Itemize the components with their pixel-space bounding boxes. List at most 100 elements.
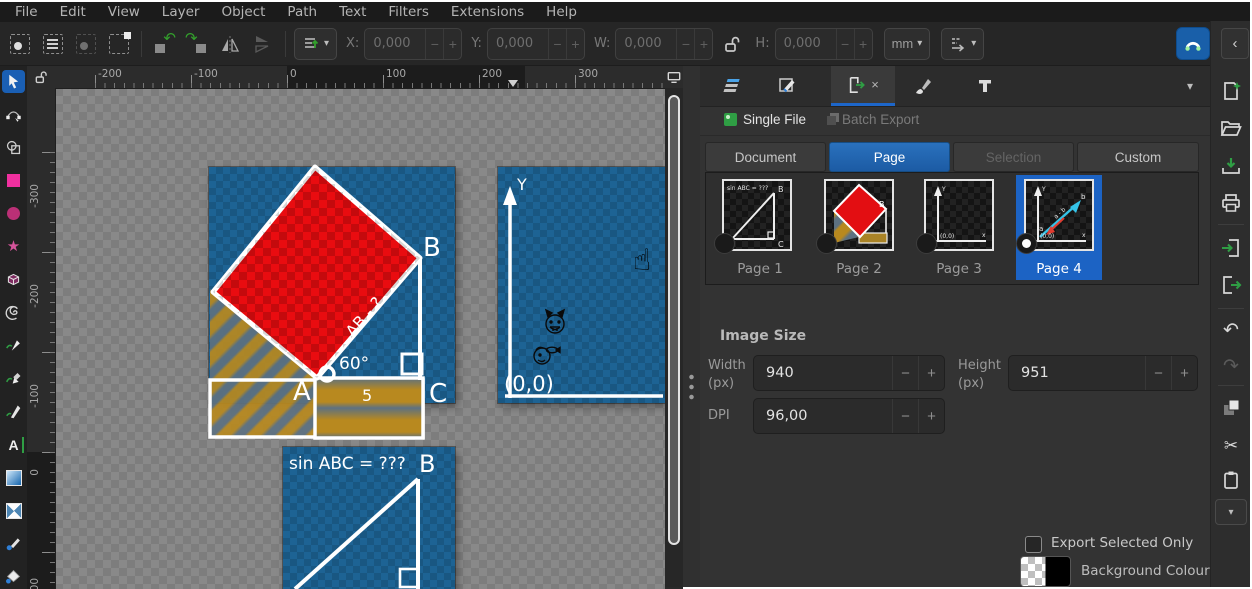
new-document-button[interactable] [1216,76,1246,106]
batch-export-tab[interactable]: Batch Export [818,106,925,132]
export-area-document-button[interactable]: Document [705,142,826,172]
save-document-button[interactable] [1216,151,1246,181]
text-tool[interactable]: A [2,433,25,456]
redo-button[interactable]: ↷ [1216,351,1246,381]
panel-divider[interactable] [683,66,700,587]
display-mode-corner-button[interactable] [665,66,683,88]
scale-options-dropdown[interactable]: ▾ [941,28,984,60]
duplicate-button[interactable] [1216,393,1246,423]
page-3-label[interactable]: Page 3 [916,261,1002,277]
width-decrement-button[interactable]: − [892,356,918,390]
tab-layers[interactable] [708,66,754,106]
enable-snapping-toggle[interactable] [1176,27,1210,60]
height-decrement-button[interactable]: − [1145,356,1171,390]
tab-fill-stroke[interactable] [762,66,812,106]
menu-path[interactable]: Path [276,2,328,22]
export-area-custom-button[interactable]: Custom [1077,142,1199,172]
y-decrement-button[interactable]: − [548,29,566,59]
undo-button[interactable]: ↶ [1216,315,1246,345]
select-all-button[interactable] [6,30,34,58]
tab-paint-servers[interactable] [900,66,946,106]
x-increment-button[interactable]: + [443,29,461,59]
shape-builder-tool[interactable] [2,136,25,159]
page-1-canvas[interactable] [283,447,455,589]
flip-vertical-button[interactable] [249,30,277,58]
commandbar-overflow-button[interactable]: ▾ [1215,499,1247,525]
page-4-label[interactable]: Page 4 [1016,261,1102,277]
height-input[interactable]: 951 [1009,365,1145,381]
rectangle-tool[interactable] [2,169,25,192]
page-3-canvas[interactable] [498,167,665,403]
h-input[interactable]: 0,000 [776,36,836,51]
open-document-button[interactable] [1216,113,1246,143]
paint-bucket-tool[interactable] [2,565,25,588]
width-increment-button[interactable]: + [918,356,944,390]
tab-text[interactable] [962,66,1008,106]
selector-tool[interactable] [2,70,25,93]
page-1-label[interactable]: Page 1 [717,261,803,277]
dpi-decrement-button[interactable]: − [892,399,918,433]
dpi-input[interactable]: 96,00 [754,408,892,424]
horizontal-ruler[interactable]: -200 -100 0 100 200 300 [55,66,665,89]
height-increment-button[interactable]: + [1171,356,1197,390]
page-4-radio[interactable] [1016,233,1037,254]
ruler-lock-corner[interactable] [27,66,55,88]
export-area-selection-button[interactable]: Selection [953,142,1074,172]
box-3d-tool[interactable] [2,268,25,291]
export-area-page-button[interactable]: Page [829,142,950,172]
unit-dropdown[interactable]: mm ▾ [884,28,931,60]
calligraphy-tool[interactable] [2,400,25,423]
menu-layer[interactable]: Layer [151,2,211,22]
tab-export[interactable]: × [831,66,895,106]
export-button[interactable] [1216,270,1246,300]
mesh-gradient-tool[interactable] [2,499,25,522]
deselect-button[interactable] [72,30,100,58]
single-file-tab[interactable]: Single File [718,106,812,132]
x-decrement-button[interactable]: − [425,29,443,59]
menu-object[interactable]: Object [210,2,276,22]
align-options-dropdown[interactable]: ▾ [294,28,337,60]
page-2-label[interactable]: Page 2 [816,261,902,277]
paste-button[interactable] [1216,465,1246,495]
gradient-tool[interactable] [2,466,25,489]
pen-tool[interactable] [2,334,25,357]
flip-horizontal-button[interactable] [216,30,244,58]
y-increment-button[interactable]: + [566,29,584,59]
select-all-layers-button[interactable] [39,30,67,58]
drawing-canvas[interactable]: B A C 60° 5 AB - ? sin ABC = ??? B Y (0,… [55,88,665,589]
ellipse-tool[interactable] [2,202,25,225]
menu-edit[interactable]: Edit [49,2,97,22]
menu-view[interactable]: View [97,2,151,22]
page-2-canvas[interactable] [209,167,455,403]
import-button[interactable] [1216,233,1246,263]
w-decrement-button[interactable]: − [676,29,694,59]
rotate-cw-button[interactable]: ↷ [183,30,211,58]
h-increment-button[interactable]: + [854,29,872,59]
pencil-tool[interactable] [2,367,25,390]
background-colour-swatch[interactable] [1020,556,1071,587]
menu-file[interactable]: File [4,2,49,22]
page-3-radio[interactable] [916,233,937,254]
export-selected-only-checkbox[interactable] [1025,536,1042,553]
spiral-tool[interactable] [2,301,25,324]
width-input[interactable]: 940 [754,365,892,381]
lock-ratio-button[interactable] [718,30,746,58]
scrollbar-thumb[interactable] [668,95,680,545]
collapse-toolbar-button[interactable]: ‹ [1221,28,1249,59]
menu-text[interactable]: Text [328,2,377,22]
rotate-ccw-button[interactable]: ↶ [150,30,178,58]
dropper-tool[interactable] [2,532,25,555]
w-increment-button[interactable]: + [694,29,712,59]
menu-filters[interactable]: Filters [377,2,439,22]
cut-button[interactable]: ✂ [1216,430,1246,460]
page-1-radio[interactable] [714,233,735,254]
tab-overflow-dropdown[interactable]: ▾ [1174,66,1206,106]
print-button[interactable] [1216,188,1246,218]
menu-extensions[interactable]: Extensions [440,2,535,22]
dpi-increment-button[interactable]: + [918,399,944,433]
vertical-ruler[interactable]: -300 -200 -100 0 100 [27,88,56,589]
canvas-vertical-scrollbar[interactable] [665,88,683,587]
menu-help[interactable]: Help [535,2,588,22]
y-input[interactable]: 0,000 [488,36,548,51]
h-decrement-button[interactable]: − [836,29,854,59]
